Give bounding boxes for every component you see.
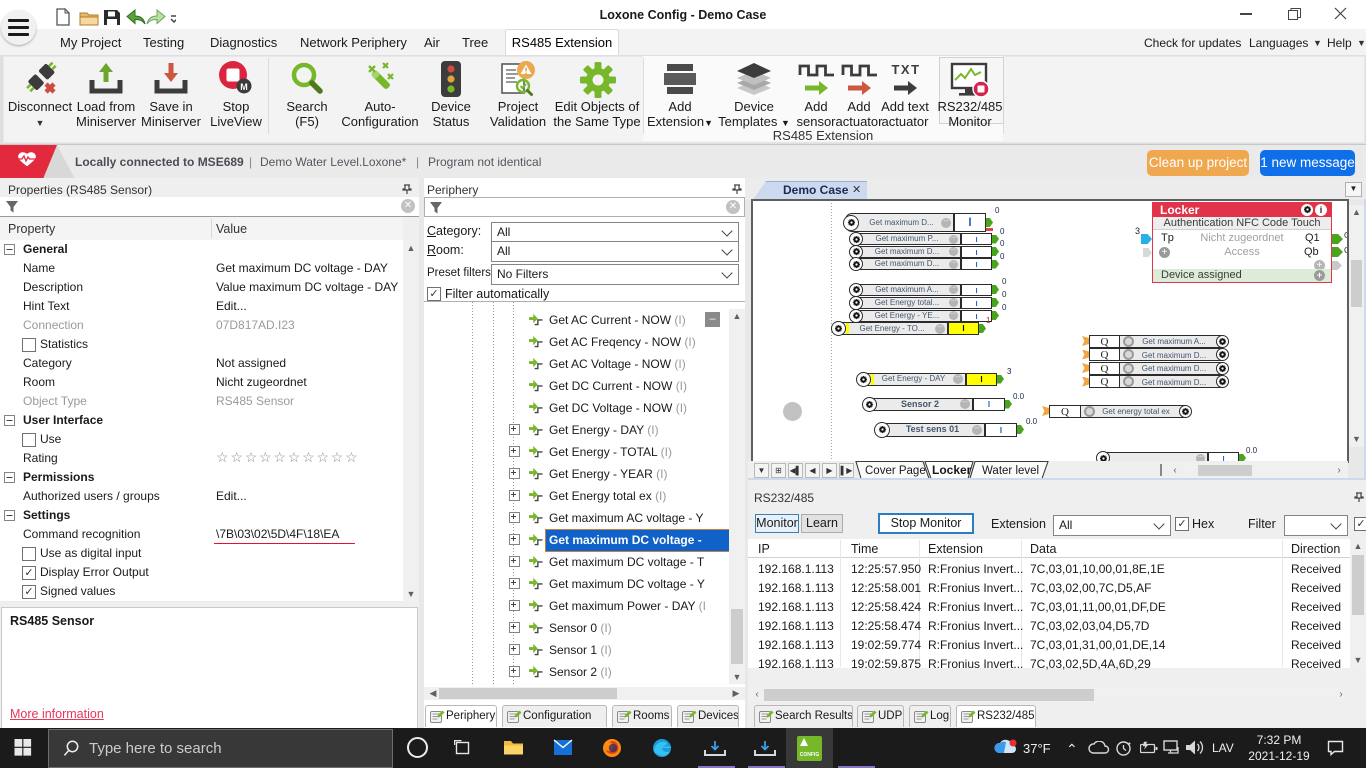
svg-text:Locker: Locker [932, 463, 972, 477]
svg-text:Cover Page: Cover Page [865, 465, 926, 477]
svg-text:Water level: Water level [982, 465, 1039, 477]
svg-text:M: M [240, 82, 248, 92]
svg-text:TXT: TXT [891, 62, 920, 77]
